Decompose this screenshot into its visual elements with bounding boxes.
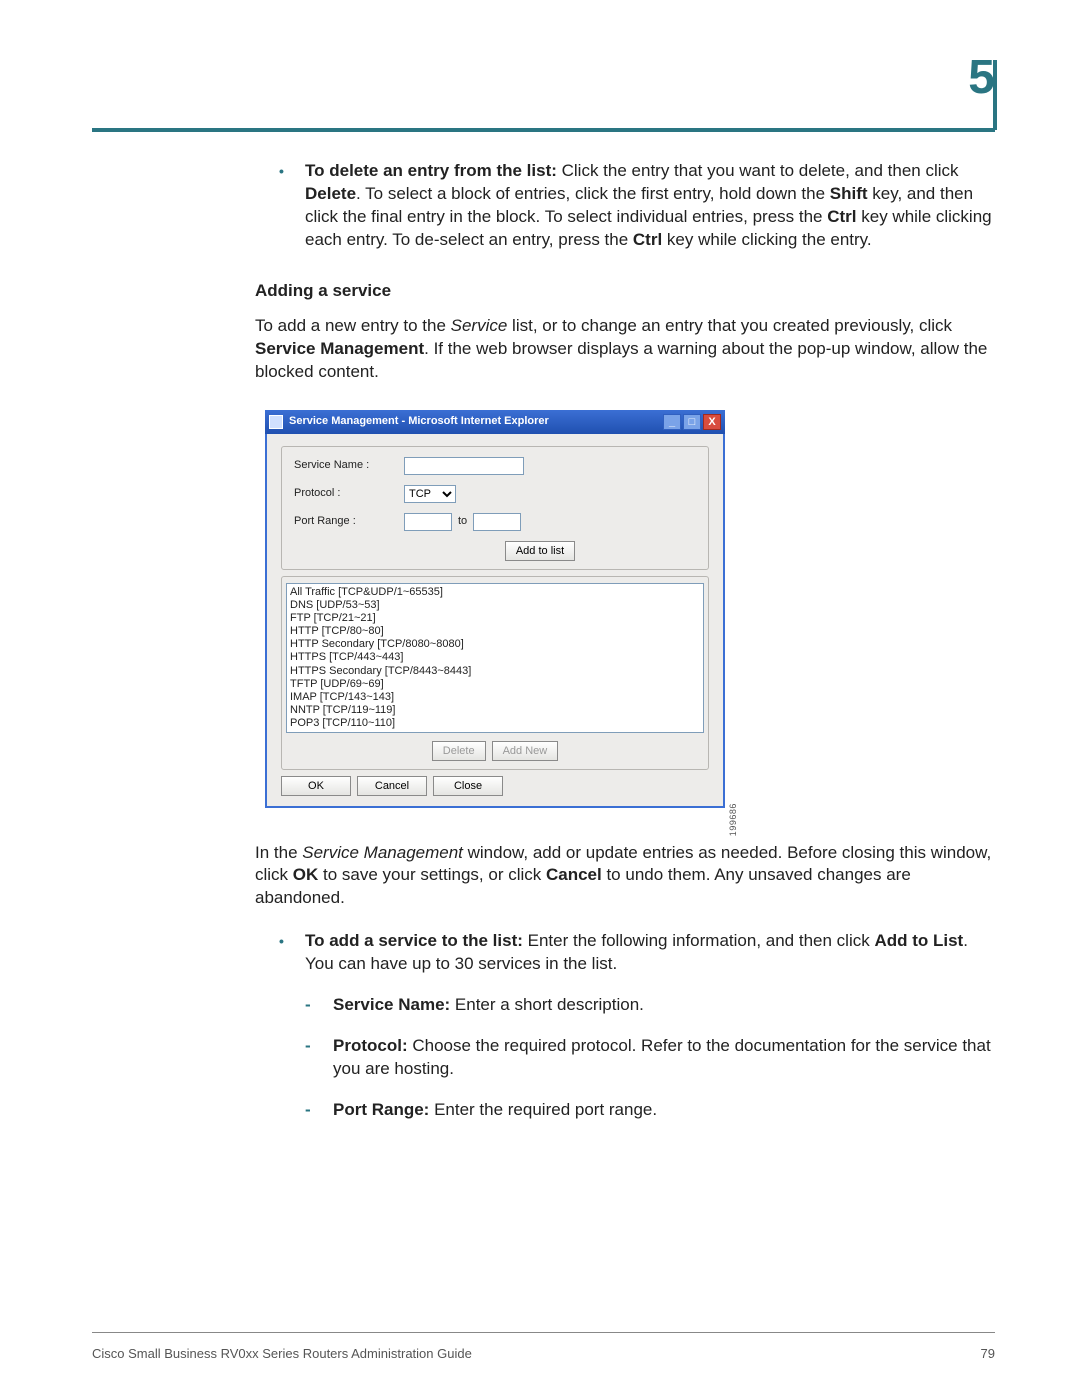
txt: key while clicking the entry.: [662, 230, 871, 249]
figure-id: 199686: [727, 804, 739, 837]
port-range-label: Port Range :: [294, 514, 404, 529]
after-screenshot-paragraph: In the Service Management window, add or…: [255, 842, 995, 911]
service-name-row: Service Name :: [294, 457, 696, 475]
window-controls: _ □ X: [663, 414, 721, 430]
dash-text: Service Name: Enter a short description.: [333, 994, 995, 1017]
header-side-rule: [993, 60, 997, 130]
list-item[interactable]: HTTPS Secondary [TCP/8443~8443]: [290, 665, 700, 678]
add-new-button[interactable]: Add New: [492, 741, 559, 761]
dash-text: Protocol: Choose the required protocol. …: [333, 1035, 995, 1081]
txt: Enter the required port range.: [434, 1100, 657, 1119]
content-area: • To delete an entry from the list: Clic…: [255, 160, 995, 1140]
list-item[interactable]: SNMP [UDP/161~161]: [290, 731, 700, 733]
add-to-list-row: Add to list: [384, 541, 696, 561]
add-to-list-button[interactable]: Add to list: [505, 541, 575, 561]
txt: to save your settings, or click: [318, 865, 546, 884]
form-group: Service Name : Protocol : TCP Port Range…: [281, 446, 709, 570]
txt: . To select a block of entries, click th…: [356, 184, 830, 203]
label-bold: Service Name:: [333, 995, 455, 1014]
dash-service-name: - Service Name: Enter a short descriptio…: [255, 994, 995, 1017]
txt: In the: [255, 843, 302, 862]
service-management-bold: Service Management: [255, 339, 424, 358]
txt: list, or to change an entry that you cre…: [507, 316, 952, 335]
chapter-number: 5: [968, 50, 995, 105]
txt: To add a new entry to the: [255, 316, 451, 335]
dash-marker: -: [255, 994, 333, 1017]
txt: Click the entry that you want to delete,…: [562, 161, 959, 180]
close-dialog-button[interactable]: Close: [433, 776, 503, 796]
service-management-screenshot: Service Management - Microsoft Internet …: [265, 410, 725, 808]
service-italic: Service: [451, 316, 508, 335]
window-title: Service Management - Microsoft Internet …: [289, 414, 663, 429]
dash-protocol: - Protocol: Choose the required protocol…: [255, 1035, 995, 1081]
bullet-text: To add a service to the list: Enter the …: [305, 930, 995, 976]
port-range-to-input[interactable]: [473, 513, 521, 531]
list-item[interactable]: IMAP [TCP/143~143]: [290, 691, 700, 704]
txt: Enter a short description.: [455, 995, 644, 1014]
list-item[interactable]: FTP [TCP/21~21]: [290, 612, 700, 625]
list-item[interactable]: NNTP [TCP/119~119]: [290, 704, 700, 717]
protocol-label: Protocol :: [294, 486, 404, 501]
list-item[interactable]: HTTP Secondary [TCP/8080~8080]: [290, 638, 700, 651]
add-to-list-bold: Add to List: [874, 931, 963, 950]
protocol-row: Protocol : TCP: [294, 485, 696, 503]
list-item[interactable]: All Traffic [TCP&UDP/1~65535]: [290, 586, 700, 599]
bullet-add-service: • To add a service to the list: Enter th…: [255, 930, 995, 976]
lead-bold: To delete an entry from the list:: [305, 161, 562, 180]
cancel-bold: Cancel: [546, 865, 602, 884]
bullet-marker: •: [255, 160, 305, 252]
page: 5 • To delete an entry from the list: Cl…: [0, 0, 1080, 1397]
cancel-button[interactable]: Cancel: [357, 776, 427, 796]
delete-bold: Delete: [305, 184, 356, 203]
lead-bold: To add a service to the list:: [305, 931, 528, 950]
ctrl-bold-2: Ctrl: [633, 230, 662, 249]
minimize-button[interactable]: _: [663, 414, 681, 430]
sm-italic: Service Management: [302, 843, 463, 862]
delete-button[interactable]: Delete: [432, 741, 486, 761]
service-name-input[interactable]: [404, 457, 524, 475]
txt: Choose the required protocol. Refer to t…: [333, 1036, 991, 1078]
page-number: 79: [981, 1346, 995, 1361]
section-heading-adding-service: Adding a service: [255, 280, 995, 303]
ie-icon: [269, 415, 283, 429]
maximize-button[interactable]: □: [683, 414, 701, 430]
txt: Enter the following information, and the…: [528, 931, 875, 950]
list-item[interactable]: POP3 [TCP/110~110]: [290, 717, 700, 730]
bullet-delete-entry: • To delete an entry from the list: Clic…: [255, 160, 995, 252]
dash-marker: -: [255, 1035, 333, 1081]
bullet-text: To delete an entry from the list: Click …: [305, 160, 995, 252]
port-range-row: Port Range : to: [294, 513, 696, 531]
shift-bold: Shift: [830, 184, 868, 203]
ok-button[interactable]: OK: [281, 776, 351, 796]
list-group: All Traffic [TCP&UDP/1~65535]DNS [UDP/53…: [281, 576, 709, 770]
label-bold: Protocol:: [333, 1036, 412, 1055]
footer-rule: [92, 1332, 995, 1333]
window-body: Service Name : Protocol : TCP Port Range…: [265, 434, 725, 808]
close-button[interactable]: X: [703, 414, 721, 430]
list-item[interactable]: DNS [UDP/53~53]: [290, 599, 700, 612]
dash-text: Port Range: Enter the required port rang…: [333, 1099, 995, 1122]
footer-left: Cisco Small Business RV0xx Series Router…: [92, 1346, 472, 1361]
page-footer: Cisco Small Business RV0xx Series Router…: [92, 1346, 995, 1361]
list-item[interactable]: HTTP [TCP/80~80]: [290, 625, 700, 638]
bullet-marker: •: [255, 930, 305, 976]
service-listbox[interactable]: All Traffic [TCP&UDP/1~65535]DNS [UDP/53…: [286, 583, 704, 733]
dash-port-range: - Port Range: Enter the required port ra…: [255, 1099, 995, 1122]
list-item[interactable]: HTTPS [TCP/443~443]: [290, 651, 700, 664]
port-range-from-input[interactable]: [404, 513, 452, 531]
listbox-wrap: All Traffic [TCP&UDP/1~65535]DNS [UDP/53…: [286, 583, 704, 733]
label-bold: Port Range:: [333, 1100, 434, 1119]
to-label: to: [452, 514, 473, 529]
protocol-select[interactable]: TCP: [404, 485, 456, 503]
dash-marker: -: [255, 1099, 333, 1122]
intro-paragraph: To add a new entry to the Service list, …: [255, 315, 995, 384]
header-rule: [92, 128, 995, 132]
list-item[interactable]: TFTP [UDP/69~69]: [290, 678, 700, 691]
list-buttons-row: Delete Add New: [286, 741, 704, 761]
window-titlebar: Service Management - Microsoft Internet …: [265, 410, 725, 434]
ok-bold: OK: [293, 865, 319, 884]
dialog-buttons-row: OK Cancel Close: [281, 776, 709, 796]
service-name-label: Service Name :: [294, 458, 404, 473]
ctrl-bold: Ctrl: [827, 207, 856, 226]
